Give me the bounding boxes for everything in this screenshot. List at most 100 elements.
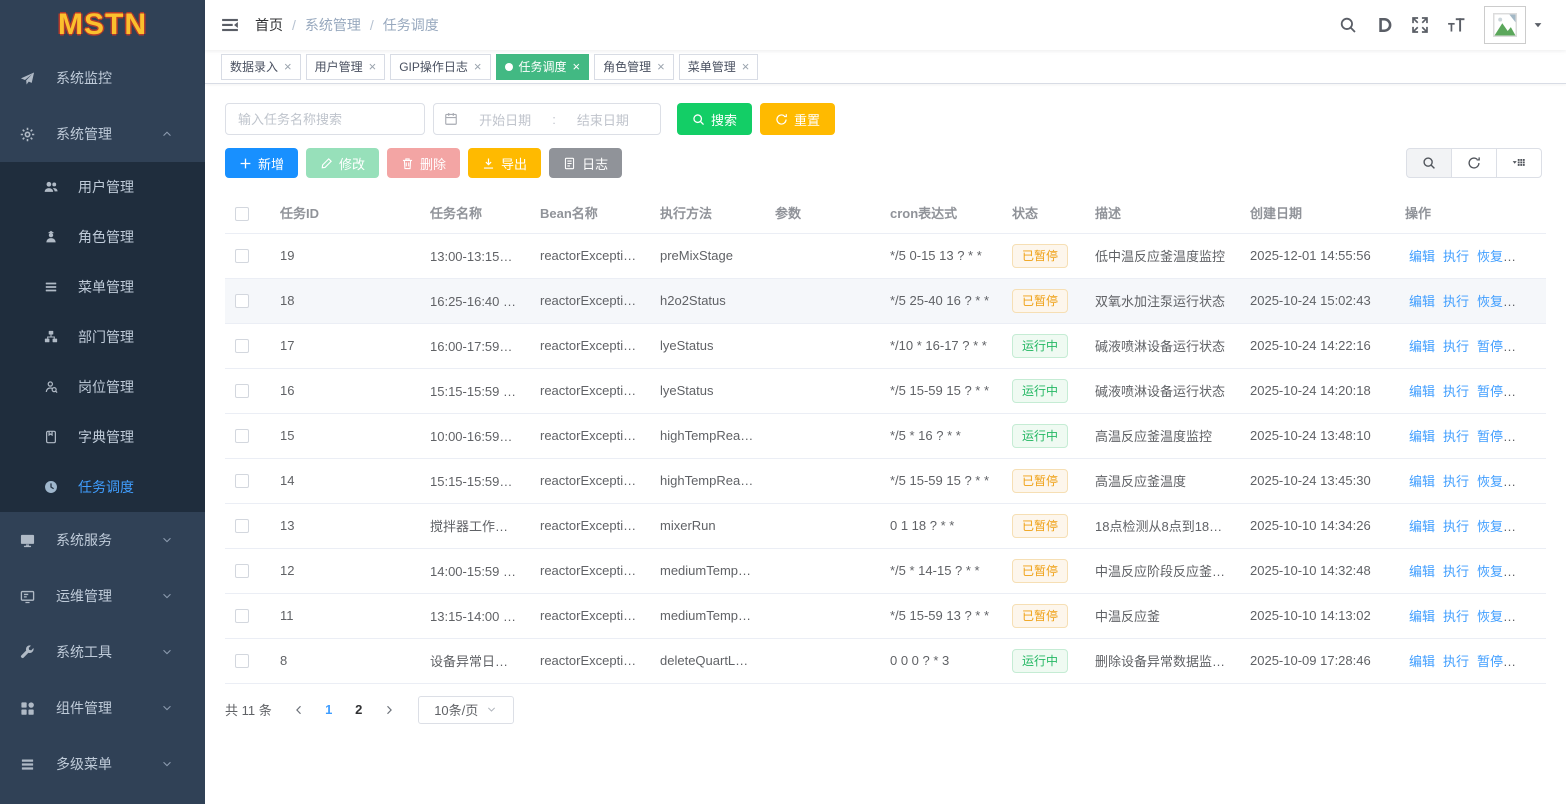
sidebar-subitem[interactable]: 部门管理 <box>0 312 205 362</box>
close-icon[interactable]: × <box>284 60 292 73</box>
font-size-icon[interactable] <box>1438 16 1474 34</box>
op-link[interactable]: 执行 <box>1443 474 1469 489</box>
page-size-select[interactable]: 10条/页 <box>418 696 514 724</box>
refresh-button[interactable] <box>1451 148 1497 178</box>
hamburger-icon[interactable] <box>221 16 239 34</box>
op-link[interactable]: 恢复 <box>1477 519 1503 534</box>
docs-icon[interactable] <box>1366 16 1402 34</box>
op-link[interactable]: 执行 <box>1443 564 1469 579</box>
log-button[interactable]: 日志 <box>549 148 622 178</box>
row-checkbox[interactable] <box>235 294 249 308</box>
sidebar-item[interactable]: 多级菜单 <box>0 736 205 792</box>
search-icon[interactable] <box>1330 16 1366 34</box>
sidebar-item[interactable]: 组件管理 <box>0 680 205 736</box>
op-link[interactable]: 恢复 <box>1477 564 1503 579</box>
sidebar-subitem[interactable]: 用户管理 <box>0 162 205 212</box>
search-button[interactable]: 搜索 <box>677 103 752 135</box>
tab-5[interactable]: 菜单管理× <box>679 54 759 80</box>
avatar-image-icon <box>1493 13 1517 37</box>
op-link[interactable]: 恢复 <box>1477 249 1503 264</box>
fullscreen-icon[interactable] <box>1402 16 1438 34</box>
cell-task-id: 18 <box>270 278 420 323</box>
status-badge: 运行中 <box>1012 379 1068 403</box>
op-link[interactable]: 执行 <box>1443 339 1469 354</box>
edit-button[interactable]: 修改 <box>306 148 379 178</box>
sidebar-item[interactable]: 运维管理 <box>0 568 205 624</box>
sidebar-item[interactable]: 系统服务 <box>0 512 205 568</box>
op-link[interactable]: 暂停 <box>1477 429 1503 444</box>
tab-1[interactable]: 用户管理× <box>306 54 386 80</box>
row-checkbox[interactable] <box>235 564 249 578</box>
breadcrumb-item[interactable]: 首页 <box>255 15 283 35</box>
next-page-button[interactable] <box>374 696 404 724</box>
op-link[interactable]: 编辑 <box>1409 294 1435 309</box>
page-number[interactable]: 2 <box>344 696 374 724</box>
row-checkbox[interactable] <box>235 474 249 488</box>
select-all-checkbox[interactable] <box>235 207 249 221</box>
op-link[interactable]: 编辑 <box>1409 384 1435 399</box>
date-range-picker[interactable]: 开始日期 : 结束日期 <box>433 103 661 135</box>
op-link[interactable]: 暂停 <box>1477 654 1503 669</box>
column-settings-button[interactable] <box>1496 148 1542 178</box>
cell-cron: 0 1 18 ? * * <box>880 503 1002 548</box>
op-link[interactable]: 编辑 <box>1409 429 1435 444</box>
op-link[interactable]: 恢复 <box>1477 609 1503 624</box>
sidebar-subitem[interactable]: 任务调度 <box>0 462 205 512</box>
sidebar-subitem[interactable]: 岗位管理 <box>0 362 205 412</box>
op-link[interactable]: 执行 <box>1443 609 1469 624</box>
op-link[interactable]: 编辑 <box>1409 339 1435 354</box>
row-checkbox[interactable] <box>235 519 249 533</box>
op-link[interactable]: 执行 <box>1443 294 1469 309</box>
close-icon[interactable]: × <box>474 60 482 73</box>
sidebar-item[interactable]: 系统监控 <box>0 50 205 106</box>
op-link[interactable]: 编辑 <box>1409 249 1435 264</box>
task-name-search-input[interactable] <box>225 103 425 135</box>
close-icon[interactable]: × <box>742 60 750 73</box>
sidebar-subitem[interactable]: 菜单管理 <box>0 262 205 312</box>
prev-page-button[interactable] <box>284 696 314 724</box>
search-toggle-button[interactable] <box>1406 148 1452 178</box>
op-link[interactable]: 执行 <box>1443 384 1469 399</box>
op-link[interactable]: 暂停 <box>1477 339 1503 354</box>
reset-button[interactable]: 重置 <box>760 103 835 135</box>
tab-2[interactable]: GIP操作日志× <box>390 54 490 80</box>
row-checkbox[interactable] <box>235 429 249 443</box>
delete-button[interactable]: 删除 <box>387 148 460 178</box>
row-checkbox[interactable] <box>235 249 249 263</box>
op-link[interactable]: 执行 <box>1443 429 1469 444</box>
cell-task-id: 16 <box>270 368 420 413</box>
row-checkbox[interactable] <box>235 384 249 398</box>
row-checkbox[interactable] <box>235 609 249 623</box>
row-checkbox[interactable] <box>235 339 249 353</box>
add-button[interactable]: 新增 <box>225 148 298 178</box>
cell-description: 中温反应阶段反应釜… <box>1085 548 1240 593</box>
close-icon[interactable]: × <box>657 60 665 73</box>
close-icon[interactable]: × <box>369 60 377 73</box>
sidebar-item[interactable]: 系统工具 <box>0 624 205 680</box>
op-link[interactable]: 编辑 <box>1409 474 1435 489</box>
op-link[interactable]: 暂停 <box>1477 384 1503 399</box>
op-link[interactable]: 编辑 <box>1409 609 1435 624</box>
close-icon[interactable]: × <box>573 60 581 73</box>
tab-0[interactable]: 数据录入× <box>221 54 301 80</box>
sidebar-subitem[interactable]: 角色管理 <box>0 212 205 262</box>
op-link[interactable]: 执行 <box>1443 654 1469 669</box>
tab-3[interactable]: 任务调度× <box>496 54 590 80</box>
op-link[interactable]: 编辑 <box>1409 564 1435 579</box>
row-checkbox[interactable] <box>235 654 249 668</box>
cell-created-date: 2025-10-10 14:34:26 <box>1240 503 1395 548</box>
op-link[interactable]: 恢复 <box>1477 474 1503 489</box>
op-link[interactable]: 编辑 <box>1409 519 1435 534</box>
op-link[interactable]: 编辑 <box>1409 654 1435 669</box>
avatar[interactable] <box>1484 6 1526 44</box>
tab-4[interactable]: 角色管理× <box>594 54 674 80</box>
sidebar-item[interactable]: 系统管理 <box>0 106 205 162</box>
sidebar-subitem[interactable]: 字典管理 <box>0 412 205 462</box>
caret-down-icon[interactable] <box>1526 19 1550 31</box>
op-link[interactable]: 执行 <box>1443 519 1469 534</box>
page-number[interactable]: 1 <box>314 696 344 724</box>
op-link[interactable]: 执行 <box>1443 249 1469 264</box>
op-link[interactable]: 恢复 <box>1477 294 1503 309</box>
export-button[interactable]: 导出 <box>468 148 541 178</box>
cell-bean-name: reactorExceptio… <box>530 233 650 278</box>
